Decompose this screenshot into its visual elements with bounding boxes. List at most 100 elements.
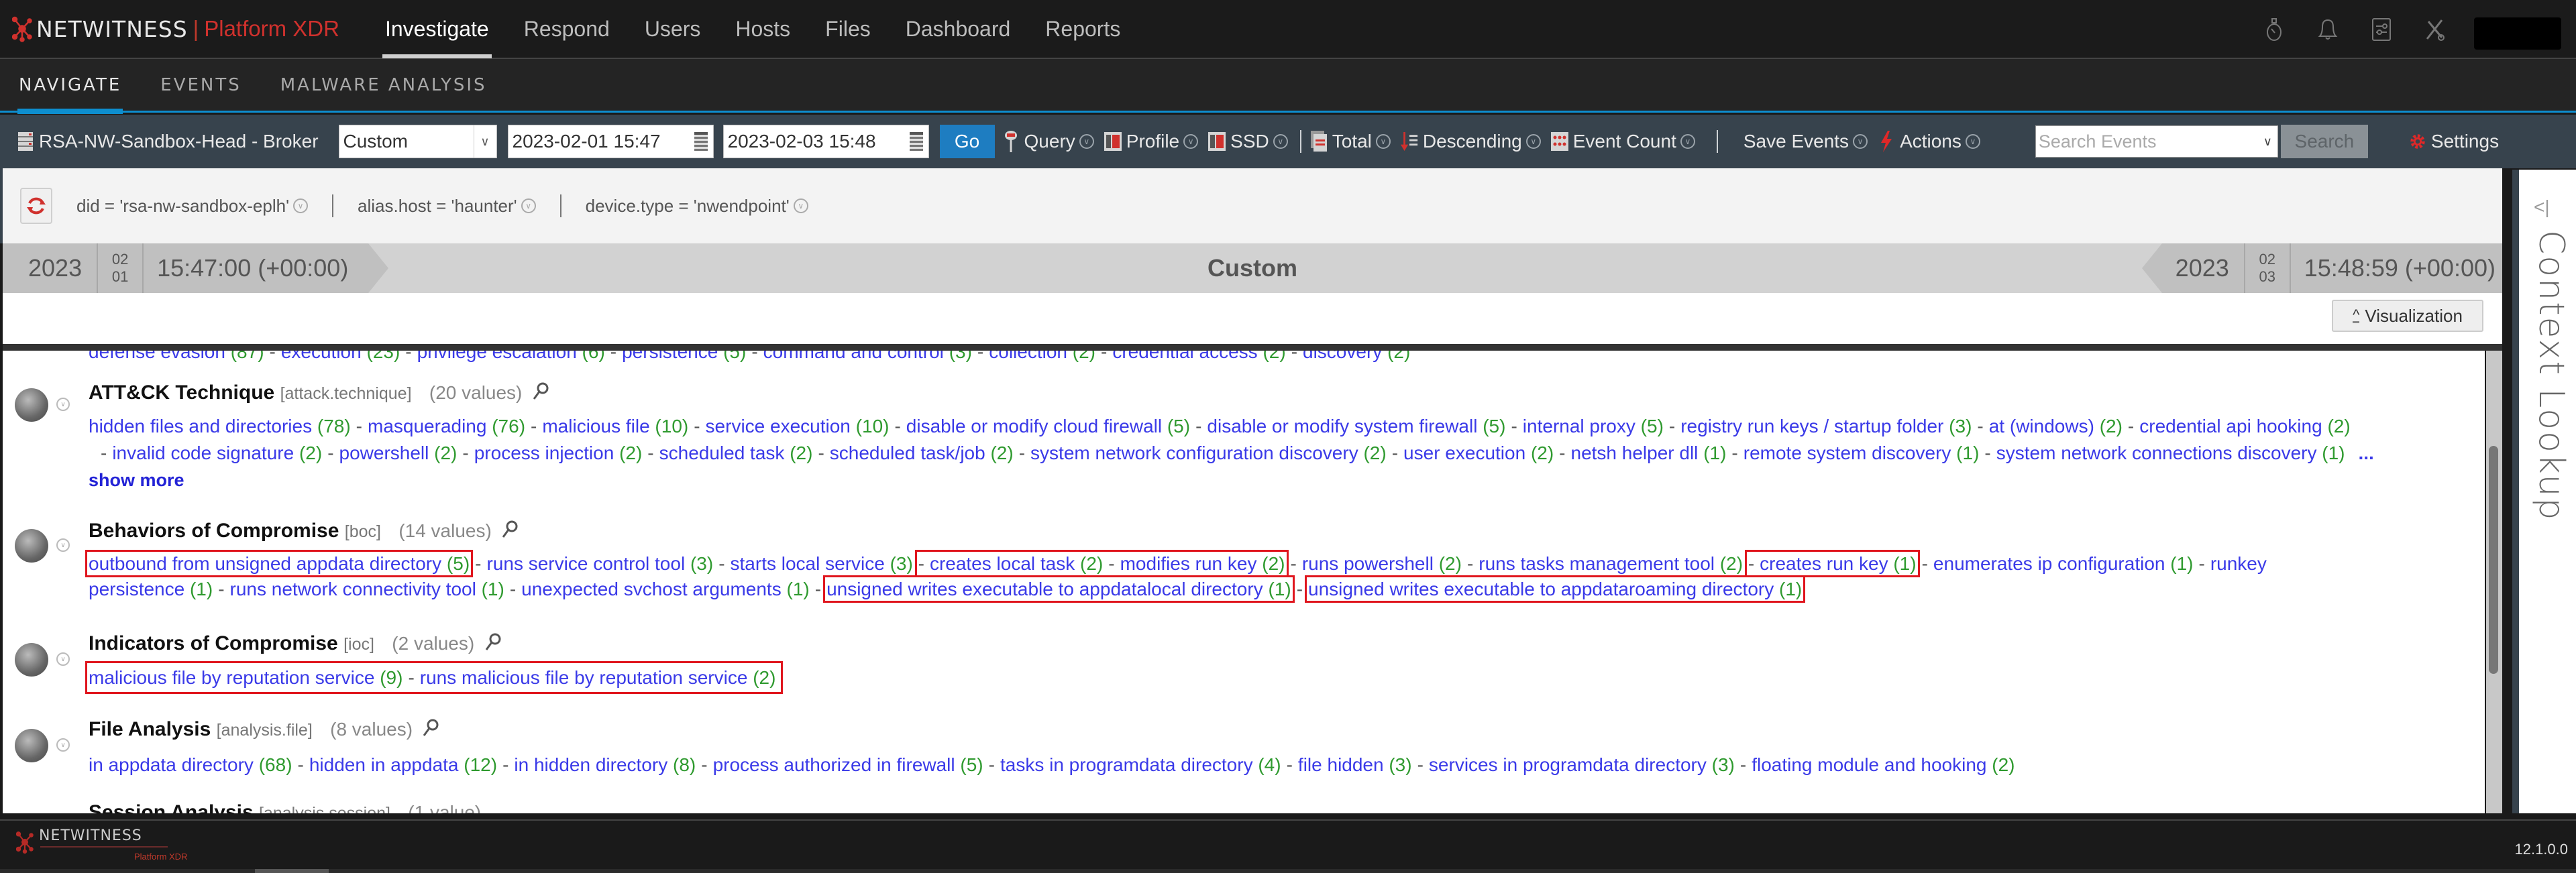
meta-value-link[interactable]: process authorized in firewall (713, 754, 955, 775)
meta-value-link[interactable]: outbound from unsigned appdata directory (89, 553, 441, 574)
meta-value-link[interactable]: modifies run key (1120, 553, 1257, 574)
go-button[interactable]: Go (939, 125, 995, 158)
search-events-input[interactable]: Search Events ∨ (2035, 125, 2278, 158)
meta-value-link[interactable]: runs malicious file by reputation servic… (420, 667, 748, 688)
chevron-down-icon[interactable]: ∨ (2263, 135, 2272, 149)
meta-value-link[interactable]: invalid code signature (112, 443, 294, 463)
panel-divider[interactable] (3, 344, 2502, 351)
meta-value-link[interactable]: unsigned writes executable to appdataroa… (1308, 579, 1774, 599)
context-lookup-panel[interactable]: <| Context Lookup (2512, 170, 2576, 813)
chevron-down-icon[interactable]: ∨ (793, 198, 808, 213)
stopwatch-icon[interactable] (2261, 16, 2288, 43)
meta-value-link[interactable]: runs powershell (1302, 553, 1434, 574)
scrollbar-thumb[interactable] (2489, 446, 2498, 674)
horizontal-scrollbar[interactable] (0, 869, 2576, 873)
magnifier-icon[interactable] (501, 520, 520, 540)
show-more-link[interactable]: show more (89, 470, 184, 490)
magnifier-icon[interactable] (532, 382, 551, 402)
meta-value-link[interactable]: runs service control tool (486, 553, 685, 574)
meta-value-link[interactable]: disable or modify cloud firewall (906, 416, 1162, 436)
meta-value-link[interactable]: collection (989, 351, 1067, 362)
end-date-input[interactable]: 2023-02-03 15:48 (722, 125, 929, 158)
magnifier-icon[interactable] (484, 632, 503, 652)
tab-malware-analysis[interactable]: MALWARE ANALYSIS (280, 58, 487, 112)
netwitness-logo[interactable]: NETWITNESS | Platform XDR (12, 0, 339, 58)
chevron-down-icon[interactable]: ∨ (56, 652, 70, 666)
nav-investigate[interactable]: Investigate (368, 0, 506, 58)
meta-value-link[interactable]: scheduled task (659, 443, 785, 463)
meta-options-icon[interactable] (15, 388, 48, 422)
meta-value-link[interactable]: process injection (474, 443, 614, 463)
more-values-ellipsis[interactable]: ... (2359, 443, 2374, 463)
settings-button[interactable]: Settings (2408, 131, 2499, 152)
meta-value-link[interactable]: command and control (763, 351, 944, 362)
expand-panel-icon[interactable]: <| (2534, 196, 2550, 218)
filter-device-type[interactable]: device.type = 'nwendpoint' ∨ (586, 196, 808, 217)
start-date-input[interactable]: 2023-02-01 15:47 (507, 125, 714, 158)
user-avatar-redacted[interactable] (2474, 17, 2561, 50)
calendar-icon[interactable] (694, 132, 708, 151)
meta-value-link[interactable]: creates run key (1760, 553, 1888, 574)
filter-alias-host[interactable]: alias.host = 'haunter' ∨ (358, 196, 536, 217)
chevron-down-icon[interactable]: ∨ (56, 398, 70, 411)
meta-value-link[interactable]: credential api hooking (2139, 416, 2322, 436)
meta-value-link[interactable]: runs tasks management tool (1479, 553, 1715, 574)
meta-value-link[interactable]: hidden in appdata (309, 754, 459, 775)
magnifier-icon[interactable] (422, 718, 441, 738)
meta-value-link[interactable]: runkey (2210, 553, 2267, 574)
meta-value-link[interactable]: scheduled task/job (830, 443, 985, 463)
total-menu[interactable]: Total ∨ (1309, 131, 1391, 152)
nav-respond[interactable]: Respond (506, 0, 627, 58)
chevron-down-icon[interactable]: ∨ (56, 538, 70, 552)
save-events-menu[interactable]: Save Events ∨ (1743, 131, 1868, 152)
meta-options-icon[interactable] (15, 729, 48, 762)
meta-value-link[interactable]: credential access (1112, 351, 1257, 362)
meta-value-link[interactable]: in hidden directory (514, 754, 667, 775)
meta-value-link[interactable]: internal proxy (1523, 416, 1635, 436)
meta-value-link[interactable]: persistence (89, 579, 184, 599)
meta-value-link[interactable]: system network configuration discovery (1030, 443, 1358, 463)
meta-value-link[interactable]: floating module and hooking (1752, 754, 1986, 775)
meta-value-link[interactable]: powershell (339, 443, 429, 463)
tab-navigate[interactable]: NAVIGATE (17, 58, 123, 114)
ssd-menu[interactable]: SSD ∨ (1208, 131, 1288, 152)
meta-value-link[interactable]: malicious file (542, 416, 649, 436)
meta-value-link[interactable]: user execution (1403, 443, 1525, 463)
meta-value-link[interactable]: file hidden (1298, 754, 1384, 775)
meta-options-icon[interactable] (5, 520, 68, 573)
chevron-down-icon[interactable]: ∨ (521, 198, 536, 213)
filter-did[interactable]: did = 'rsa-nw-sandbox-eplh' ∨ (76, 196, 309, 217)
meta-value-link[interactable]: unexpected svchost arguments (521, 579, 782, 599)
tab-events[interactable]: EVENTS (160, 58, 241, 112)
tools-icon[interactable] (2422, 16, 2449, 43)
preferences-icon[interactable] (2368, 16, 2395, 43)
nav-reports[interactable]: Reports (1028, 0, 1138, 58)
chevron-down-icon[interactable]: ∨ (293, 198, 309, 213)
nav-files[interactable]: Files (808, 0, 888, 58)
profile-menu[interactable]: Profile ∨ (1104, 131, 1199, 152)
meta-value-link[interactable]: in appdata directory (89, 754, 254, 775)
visualization-toggle-button[interactable]: ^ Visualization (2332, 300, 2483, 332)
sort-order-menu[interactable]: Descending ∨ (1400, 131, 1541, 152)
event-count-menu[interactable]: Event Count ∨ (1550, 131, 1695, 152)
meta-value-link[interactable]: netsh helper dll (1571, 443, 1699, 463)
refresh-button[interactable] (20, 188, 52, 224)
meta-value-link[interactable]: enumerates ip configuration (1933, 553, 2165, 574)
meta-value-link[interactable]: privilege escalation (417, 351, 577, 362)
query-menu[interactable]: Query ∨ (1002, 131, 1094, 152)
bell-icon[interactable] (2314, 16, 2341, 43)
meta-value-link[interactable]: services in programdata directory (1429, 754, 1707, 775)
meta-value-link[interactable]: tasks in programdata directory (1000, 754, 1253, 775)
meta-value-link[interactable]: remote system discovery (1743, 443, 1951, 463)
meta-value-link[interactable]: persistence (622, 351, 718, 362)
meta-options-icon[interactable] (15, 643, 48, 677)
meta-value-link[interactable]: at (windows) (1989, 416, 2094, 436)
meta-value-link[interactable]: unsigned writes executable to appdataloc… (826, 579, 1263, 599)
meta-value-link[interactable]: system network connections discovery (1996, 443, 2317, 463)
meta-value-link[interactable]: discovery (1303, 351, 1382, 362)
meta-value-link[interactable]: service execution (706, 416, 851, 436)
nav-dashboard[interactable]: Dashboard (888, 0, 1028, 58)
meta-value-link[interactable]: starts local service (731, 553, 885, 574)
meta-value-link[interactable]: masquerading (368, 416, 486, 436)
calendar-icon[interactable] (909, 132, 923, 151)
